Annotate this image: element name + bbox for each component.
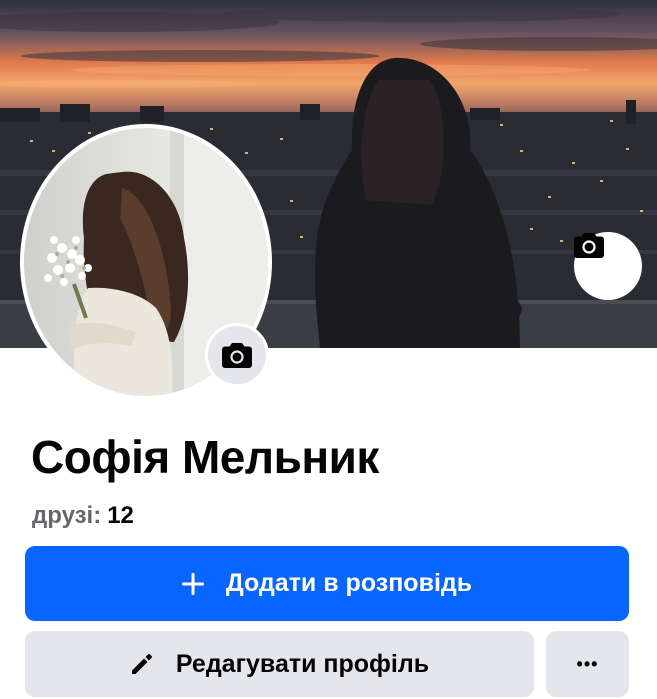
add-to-story-label: Додати в розповідь	[225, 569, 473, 597]
plus-icon	[181, 572, 204, 595]
more-options-button[interactable]: •••	[546, 631, 629, 697]
more-horizontal-icon: •••	[576, 653, 599, 674]
edit-profile-label: Редагувати профіль	[175, 649, 430, 678]
friends-label: друзі:	[32, 502, 102, 529]
camera-icon	[574, 233, 604, 258]
profile-page: Софія Мельник друзі: 12 Додати в розповід…	[0, 0, 657, 699]
add-to-story-button[interactable]: Додати в розповідь	[25, 546, 629, 621]
profile-name: Софія Мельник	[31, 431, 379, 483]
avatar-camera-button[interactable]	[205, 323, 269, 387]
friends-count-row[interactable]: друзі: 12	[32, 502, 134, 530]
camera-icon	[222, 343, 252, 368]
pencil-icon	[130, 652, 154, 676]
edit-profile-button[interactable]: Редагувати профіль	[25, 631, 534, 697]
friends-count: 12	[107, 502, 134, 529]
cover-camera-button[interactable]	[574, 232, 642, 300]
